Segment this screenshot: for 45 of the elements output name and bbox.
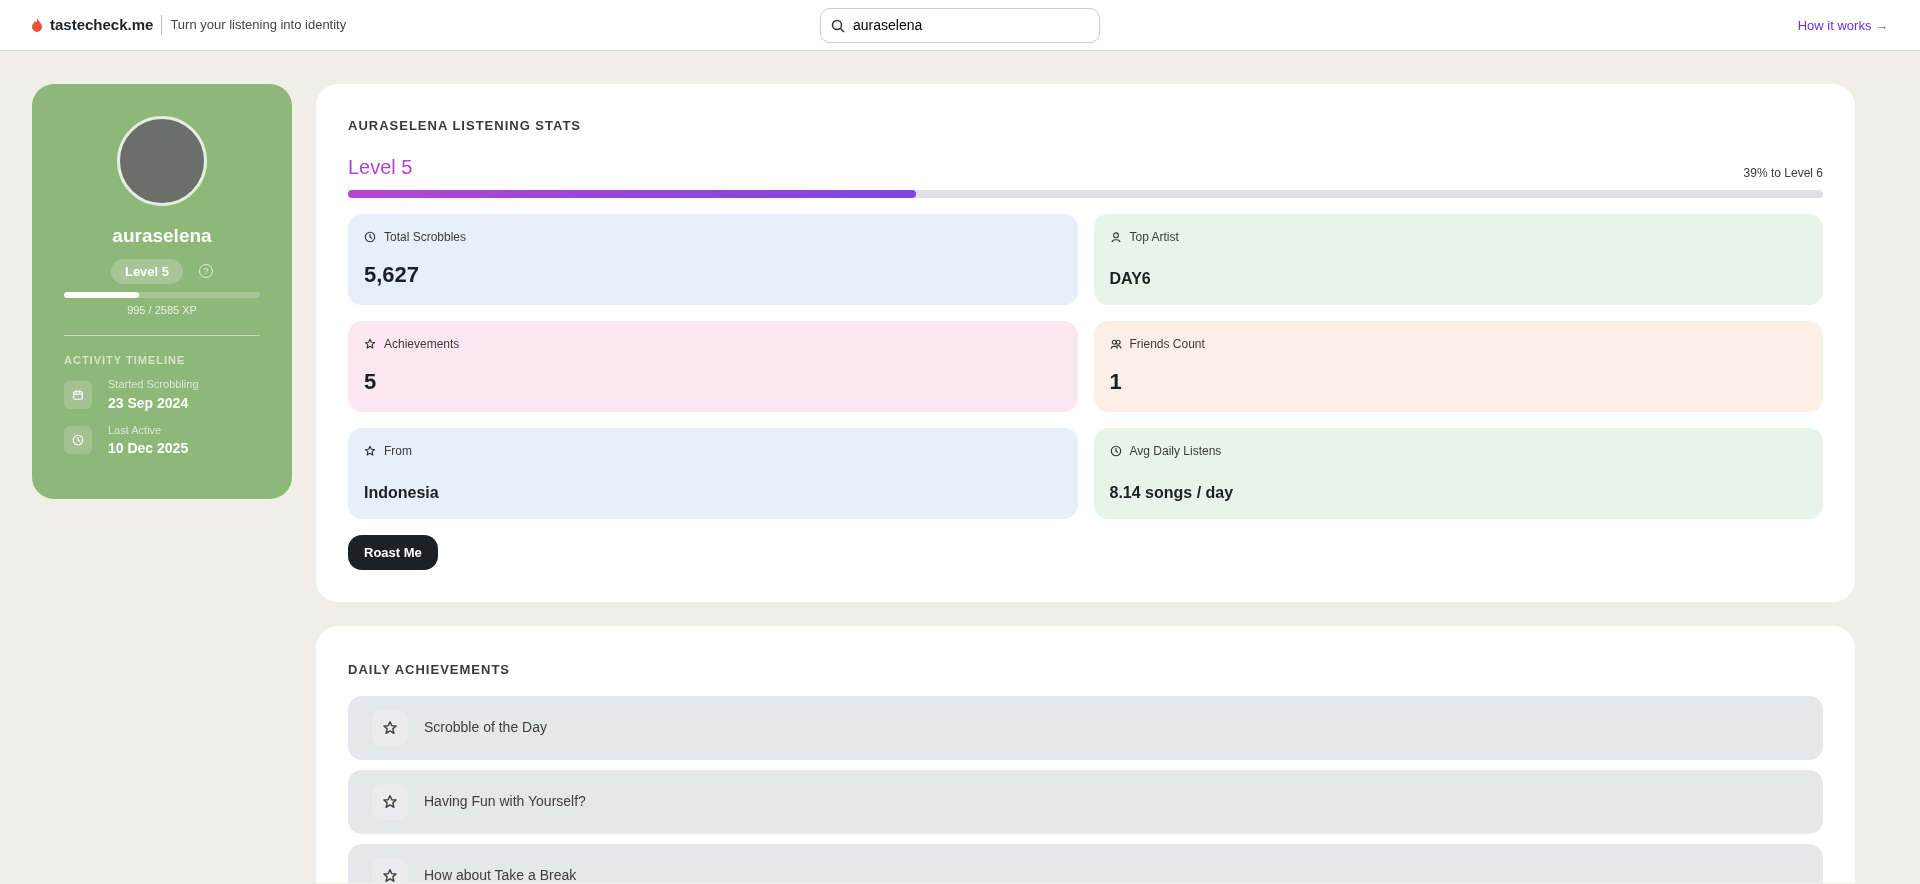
star-icon: [382, 867, 398, 883]
progress-reading: 39% to Level 6: [1743, 164, 1823, 182]
stat-value: 5: [364, 367, 378, 396]
star-icon: [364, 444, 376, 457]
roast-me-button[interactable]: Roast Me: [348, 534, 438, 570]
section-heading: DAILY ACHIEVEMENTS: [348, 661, 511, 679]
clock-icon: [1109, 444, 1122, 457]
achievement-row[interactable]: How about Take a Break: [348, 843, 1823, 883]
stat-label: Total Scrobbles: [384, 228, 467, 246]
star-icon: [364, 337, 376, 350]
timeline-label: Last Active: [108, 422, 163, 438]
section-heading: AURASELENA LISTENING STATS: [348, 117, 583, 135]
stat-value: Indonesia: [364, 482, 440, 503]
stat-label: Top Artist: [1129, 228, 1179, 246]
timeline-label: Started Scrobbling: [108, 377, 199, 392]
how-it-works-link[interactable]: How it works →: [1797, 18, 1888, 33]
star-icon: [382, 793, 398, 810]
username: auraselena: [112, 224, 212, 248]
timeline-date: 10 Dec 2025: [108, 439, 189, 458]
timeline-date: 23 Sep 2024: [108, 393, 190, 413]
stat-value: 5,627: [364, 260, 421, 289]
achievement-row[interactable]: Having Fun with Yourself?: [348, 769, 1823, 834]
level-badge: Level 5: [110, 258, 184, 284]
star-icon: [382, 719, 398, 736]
people-icon: [1109, 337, 1122, 350]
stat-label: Achievements: [384, 335, 460, 353]
stat-label: Avg Daily Listens: [1129, 442, 1222, 460]
achievement-row[interactable]: Scrobble of the Day: [348, 695, 1823, 760]
stat-label: From: [384, 442, 412, 460]
xp-reading: 995 / 2585 XP: [127, 303, 197, 318]
stat-label: Friends Count: [1129, 335, 1205, 353]
search-field[interactable]: auraselena: [820, 7, 1100, 43]
stat-value: DAY6: [1109, 268, 1152, 289]
flame-icon: [32, 18, 42, 32]
section-heading: ACTIVITY TIMELINE: [64, 352, 187, 368]
stat-value: 1: [1109, 367, 1123, 396]
tagline: Turn your listening into identity: [161, 15, 347, 35]
search-icon: [831, 18, 845, 33]
brand-name[interactable]: tastecheck.me: [50, 13, 154, 37]
stat-value: 8.14 songs / day: [1109, 482, 1235, 503]
calendar-icon: [72, 388, 84, 401]
clock-icon: [364, 230, 376, 243]
clock-icon: [72, 434, 84, 447]
person-icon: [1109, 230, 1122, 243]
level-title: Level 5: [348, 154, 413, 180]
